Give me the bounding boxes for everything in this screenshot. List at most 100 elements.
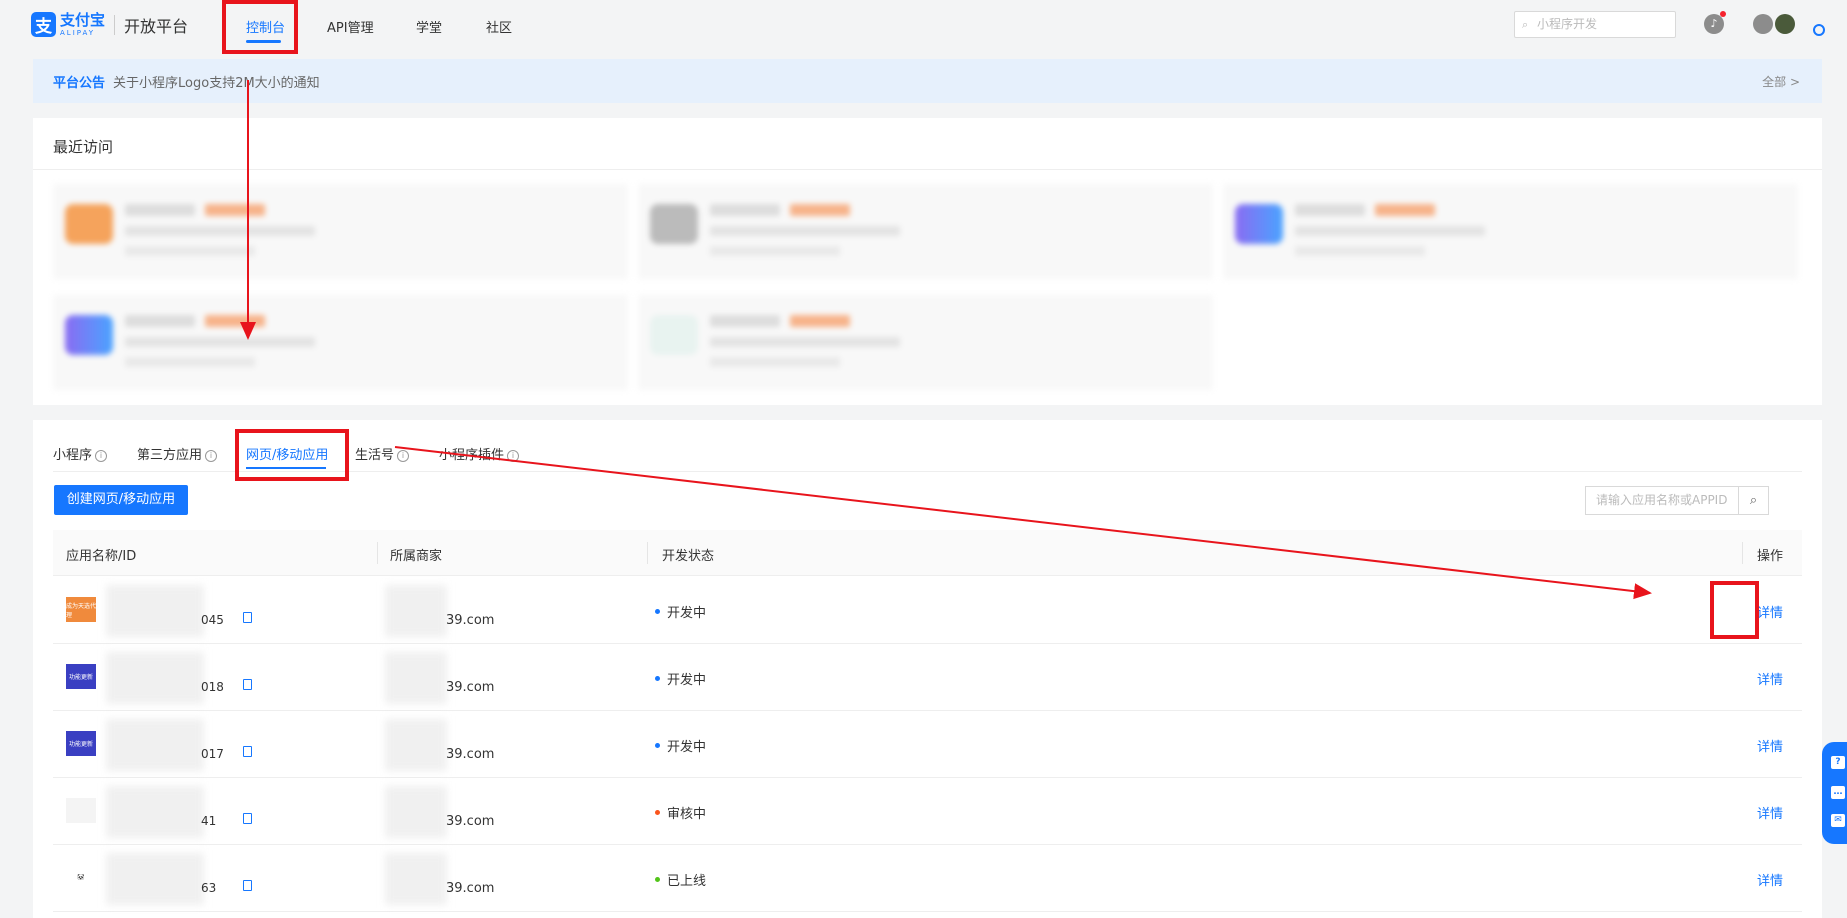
apps-panel: 小程序 i 第三方应用 i 网页/移动应用 生活号 i 小程序插件 i 创建网页/移动应…	[33, 420, 1822, 918]
recent-card[interactable]	[638, 295, 1213, 390]
app-id: 41	[201, 814, 217, 828]
recent-card[interactable]	[638, 184, 1213, 279]
chat-icon[interactable]: …	[1831, 786, 1845, 799]
status-dot	[655, 877, 660, 882]
redacted-app-name	[106, 585, 204, 637]
table-row: 🐼 63 39.com 已上线 详情	[53, 845, 1802, 912]
alipay-logo[interactable]: 支 支付宝 ALIPAY 开放平台	[31, 12, 188, 37]
user-avatar[interactable]	[1775, 14, 1795, 34]
nav-api-management[interactable]: API管理	[327, 17, 374, 36]
status-dot	[655, 810, 660, 815]
tab-third-party-app[interactable]: 第三方应用 i	[137, 444, 218, 463]
status-dot	[655, 743, 660, 748]
notification-bell-icon[interactable]: ♪	[1704, 14, 1724, 34]
status-badge: 审核中	[655, 803, 706, 822]
recent-card[interactable]	[53, 295, 628, 390]
copy-icon[interactable]	[243, 880, 252, 891]
column-app-name: 应用名称/ID	[66, 549, 137, 564]
detail-link[interactable]: 详情	[1757, 870, 1783, 889]
status-dot	[655, 676, 660, 681]
redacted-merchant	[385, 786, 447, 838]
column-action: 操作	[1757, 549, 1784, 564]
tab-mini-program-plugin[interactable]: 小程序插件 i	[439, 444, 520, 463]
settings-icon[interactable]	[1813, 24, 1825, 36]
app-icon	[1235, 204, 1283, 244]
detail-link[interactable]: 详情	[1757, 736, 1783, 755]
alipay-icon: 支	[31, 12, 56, 37]
column-status: 开发状态	[662, 549, 715, 564]
top-search-input[interactable]: ⌕ 小程序开发	[1514, 11, 1676, 38]
divider	[33, 169, 1822, 170]
redacted-merchant	[385, 853, 447, 905]
redacted-merchant	[385, 719, 447, 771]
feedback-icon[interactable]: ✉	[1831, 814, 1845, 827]
annotation-box-web-tab	[235, 429, 349, 481]
redacted-merchant	[385, 652, 447, 704]
notice-link[interactable]: 关于小程序Logo支持2M大小的通知	[113, 72, 320, 91]
copy-icon[interactable]	[243, 679, 252, 690]
app-search-input[interactable]: 请输入应用名称或APPID	[1585, 486, 1739, 515]
copy-icon[interactable]	[243, 612, 252, 623]
status-badge: 开发中	[655, 736, 706, 755]
logo-divider	[114, 14, 116, 35]
app-icon	[65, 204, 113, 244]
annotation-box-detail	[1710, 581, 1759, 639]
recent-card[interactable]	[53, 184, 628, 279]
help-icon[interactable]: ?	[1831, 756, 1845, 769]
table-row: 41 39.com 审核中 详情	[53, 778, 1802, 845]
merchant: 39.com	[446, 747, 495, 762]
info-icon: i	[95, 450, 108, 462]
detail-link[interactable]: 详情	[1757, 803, 1783, 822]
redacted-app-name	[106, 786, 204, 838]
redacted-app-name	[106, 853, 204, 905]
tab-mini-program[interactable]: 小程序 i	[53, 444, 108, 463]
tab-life-account[interactable]: 生活号 i	[355, 444, 410, 463]
recent-visits-title: 最近访问	[53, 138, 114, 156]
logo-cn: 支付宝	[60, 10, 106, 29]
app-id: 045	[201, 613, 224, 627]
app-id: 63	[201, 881, 217, 895]
recent-card[interactable]	[1223, 184, 1798, 279]
column-merchant: 所属商家	[390, 549, 443, 564]
info-icon: i	[205, 450, 218, 462]
app-thumbnail	[66, 798, 96, 823]
status-badge: 开发中	[655, 669, 706, 688]
merchant: 39.com	[446, 881, 495, 896]
app-thumbnail: 🐼	[66, 865, 96, 890]
search-icon: ⌕	[1522, 18, 1529, 31]
notice-tag: 平台公告	[53, 75, 106, 91]
nav-community[interactable]: 社区	[486, 17, 512, 36]
nav-academy[interactable]: 学堂	[416, 17, 442, 36]
platform-notice-bar: 平台公告 关于小程序Logo支持2M大小的通知 全部 >	[33, 59, 1822, 103]
status-dot	[655, 609, 660, 614]
logo-en: ALIPAY	[60, 28, 96, 37]
status-badge: 已上线	[655, 870, 706, 889]
status-badge: 开发中	[655, 602, 706, 621]
notification-badge	[1720, 11, 1726, 17]
detail-link[interactable]: 详情	[1757, 602, 1783, 621]
create-web-mobile-app-button[interactable]: 创建网页/移动应用	[54, 485, 188, 515]
copy-icon[interactable]	[243, 746, 252, 757]
app-thumbnail: 功能更新	[66, 731, 96, 756]
detail-link[interactable]: 详情	[1757, 669, 1783, 688]
app-id: 018	[201, 680, 224, 694]
redacted-app-name	[106, 652, 204, 704]
floating-help-toolbar: ? … ✉	[1822, 742, 1847, 844]
app-thumbnail: 功能更新	[66, 664, 96, 689]
account-icon[interactable]	[1753, 14, 1773, 34]
redacted-app-name	[106, 719, 204, 771]
app-thumbnail: 成为天选代理	[66, 597, 96, 622]
recent-visits-panel: 最近访问	[33, 118, 1822, 405]
info-icon: i	[507, 450, 520, 462]
app-id: 017	[201, 747, 224, 761]
table-row: 功能更新 018 39.com 开发中 详情	[53, 644, 1802, 711]
copy-icon[interactable]	[243, 813, 252, 824]
search-icon[interactable]: ⌕	[1738, 486, 1769, 515]
notice-view-all[interactable]: 全部 >	[1762, 73, 1800, 90]
redacted-merchant	[385, 585, 447, 637]
app-icon	[650, 315, 698, 355]
merchant: 39.com	[446, 680, 495, 695]
table-row: 成为天选代理 045 39.com 开发中 详情	[53, 577, 1802, 644]
annotation-box-console	[222, 0, 298, 54]
merchant: 39.com	[446, 613, 495, 628]
